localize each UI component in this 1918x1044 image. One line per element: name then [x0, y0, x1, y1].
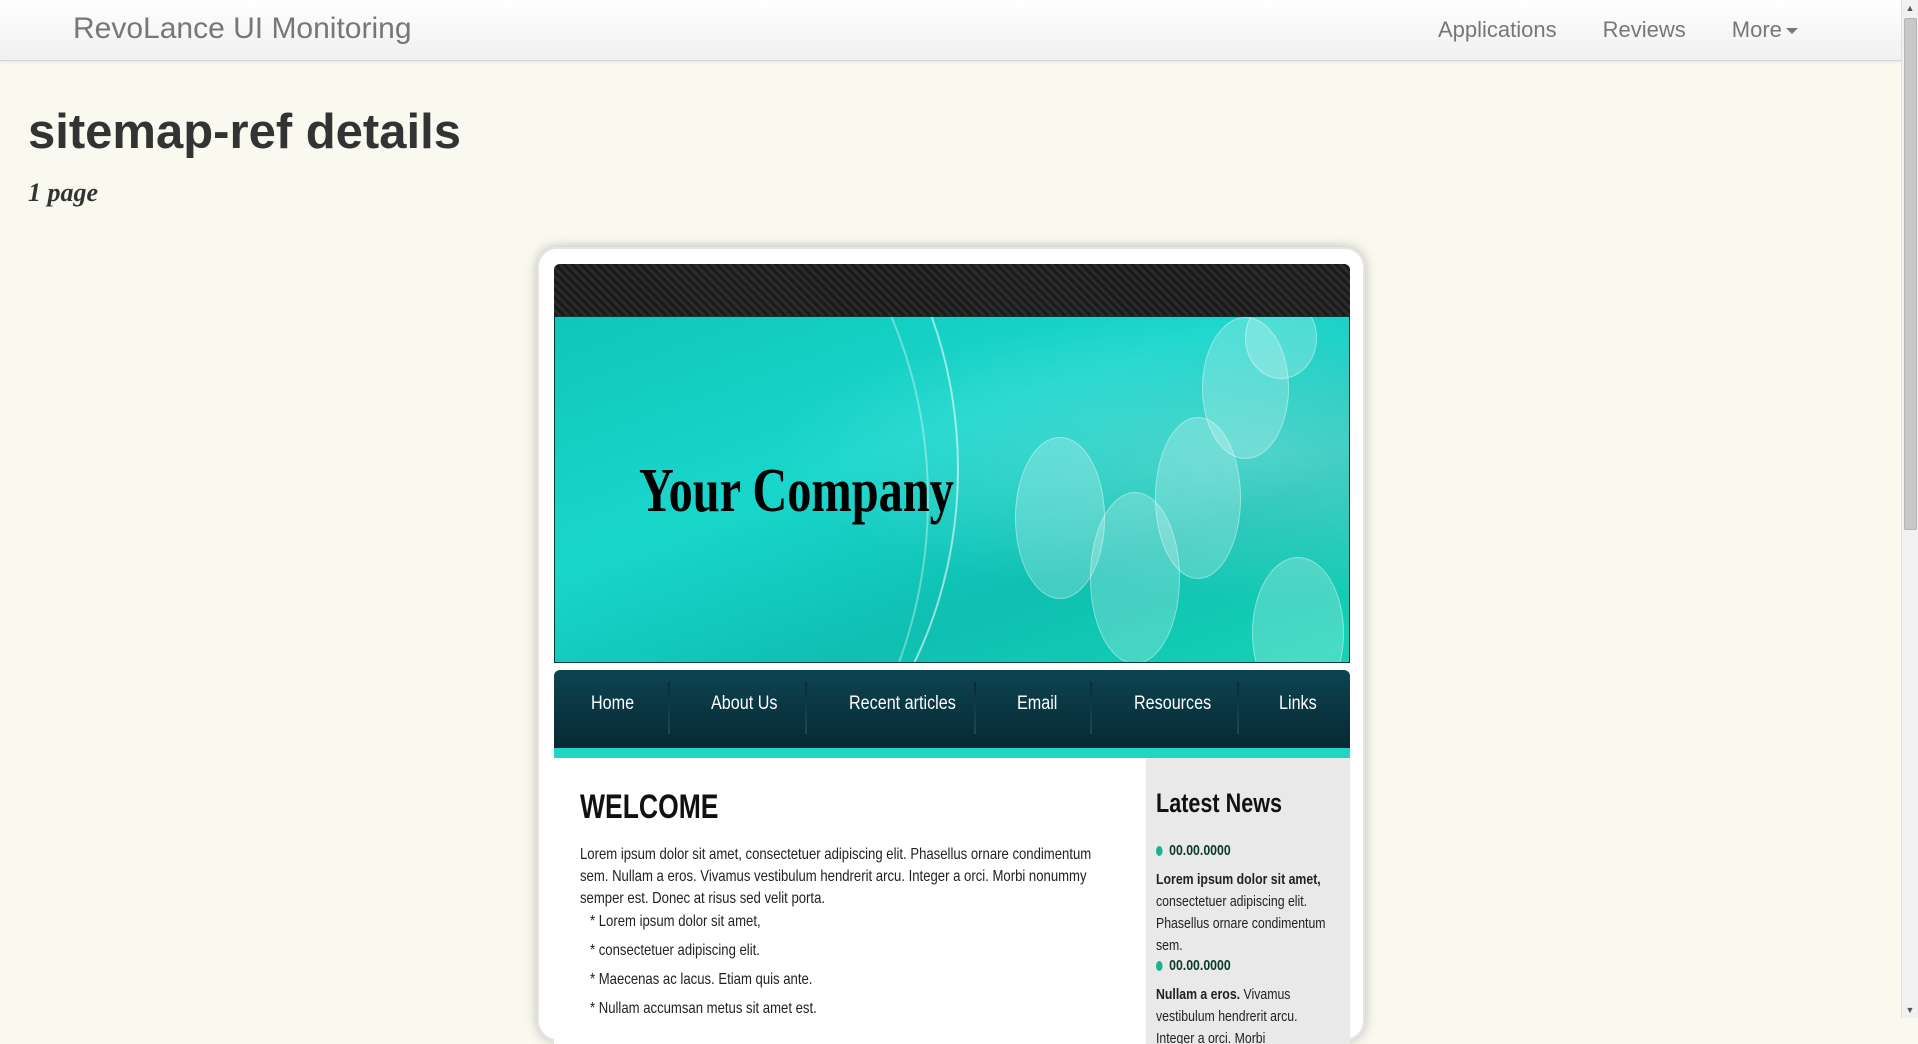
site-menu-home[interactable]: Home: [591, 693, 634, 715]
site-menu-email[interactable]: Email: [1017, 693, 1057, 715]
bullet-dot-icon: [1156, 846, 1163, 857]
page-title: sitemap-ref details: [28, 105, 461, 159]
menu-separator: [805, 682, 807, 734]
news-item: Lorem ipsum dolor sit amet, consectetuer…: [1156, 869, 1336, 957]
page-scrollbar[interactable]: ▲ ▼: [1901, 0, 1918, 1018]
news-date: 00.00.0000: [1156, 957, 1231, 974]
top-navbar: RevoLance UI Monitoring Applications Rev…: [0, 0, 1902, 61]
page-count: 1 page: [28, 178, 99, 207]
nav-reviews[interactable]: Reviews: [1603, 17, 1686, 43]
news-item: Nullam a eros. Vivamus vestibulum hendre…: [1156, 984, 1336, 1044]
nav-applications[interactable]: Applications: [1438, 17, 1557, 43]
news-item-text: consectetuer adipiscing elit. Phasellus …: [1156, 893, 1326, 954]
menu-separator: [668, 682, 670, 734]
news-date-text: 00.00.0000: [1169, 957, 1231, 974]
menu-separator: [1090, 682, 1092, 734]
news-sidebar: Latest News 00.00.0000 Lorem ipsum dolor…: [1146, 758, 1350, 1044]
list-item: * Lorem ipsum dolor sit amet,: [590, 913, 761, 930]
brand-link[interactable]: RevoLance UI Monitoring: [73, 12, 412, 46]
news-item-bold: Nullam a eros.: [1156, 986, 1241, 1003]
site-menu-about[interactable]: About Us: [711, 693, 777, 715]
welcome-text: Lorem ipsum dolor sit amet, consectetuer…: [580, 846, 1092, 907]
caret-down-icon: [1785, 28, 1798, 35]
site-menu-bar: Home About Us Recent articles Email Reso…: [554, 670, 1350, 758]
site-header-strip: [554, 264, 1350, 316]
site-banner: Your Company: [554, 316, 1350, 663]
nav-more-dropdown[interactable]: More: [1732, 17, 1798, 43]
list-item: * Maecenas ac lacus. Etiam quis ante.: [590, 971, 813, 988]
site-menu-links[interactable]: Links: [1279, 693, 1317, 715]
bokeh-decoration: [1252, 557, 1344, 662]
page-screenshot-card[interactable]: Your Company Home About Us Recent articl…: [537, 247, 1365, 1044]
site-main-content: WELCOME Lorem ipsum dolor sit amet, cons…: [554, 758, 1146, 1044]
news-item-bold: Lorem ipsum dolor sit amet,: [1156, 871, 1321, 888]
welcome-heading: WELCOME: [580, 788, 719, 826]
news-date-text: 00.00.0000: [1169, 842, 1231, 859]
list-item: * Nullam accumsan metus sit amet est.: [590, 1000, 817, 1017]
nav-links: Applications Reviews More: [1438, 17, 1844, 43]
bullet-dot-icon: [1156, 961, 1163, 972]
bullet-list: * Lorem ipsum dolor sit amet, * consecte…: [590, 907, 867, 1023]
site-menu-articles[interactable]: Recent articles: [849, 693, 956, 715]
menu-separator: [974, 682, 976, 734]
menu-separator: [1237, 682, 1239, 734]
bokeh-decoration: [1015, 437, 1105, 599]
nav-more-label: More: [1731, 17, 1782, 42]
scroll-thumb[interactable]: [1904, 18, 1917, 530]
news-heading: Latest News: [1156, 788, 1283, 818]
page-screenshot: Your Company Home About Us Recent articl…: [554, 264, 1350, 1044]
scroll-up-arrow-icon[interactable]: ▲: [1902, 0, 1918, 16]
company-name: Your Company: [639, 457, 954, 525]
list-item: * consectetuer adipiscing elit.: [590, 942, 760, 959]
site-menu-resources[interactable]: Resources: [1134, 693, 1211, 715]
news-date: 00.00.0000: [1156, 842, 1231, 859]
scroll-down-arrow-icon[interactable]: ▼: [1902, 1002, 1918, 1018]
